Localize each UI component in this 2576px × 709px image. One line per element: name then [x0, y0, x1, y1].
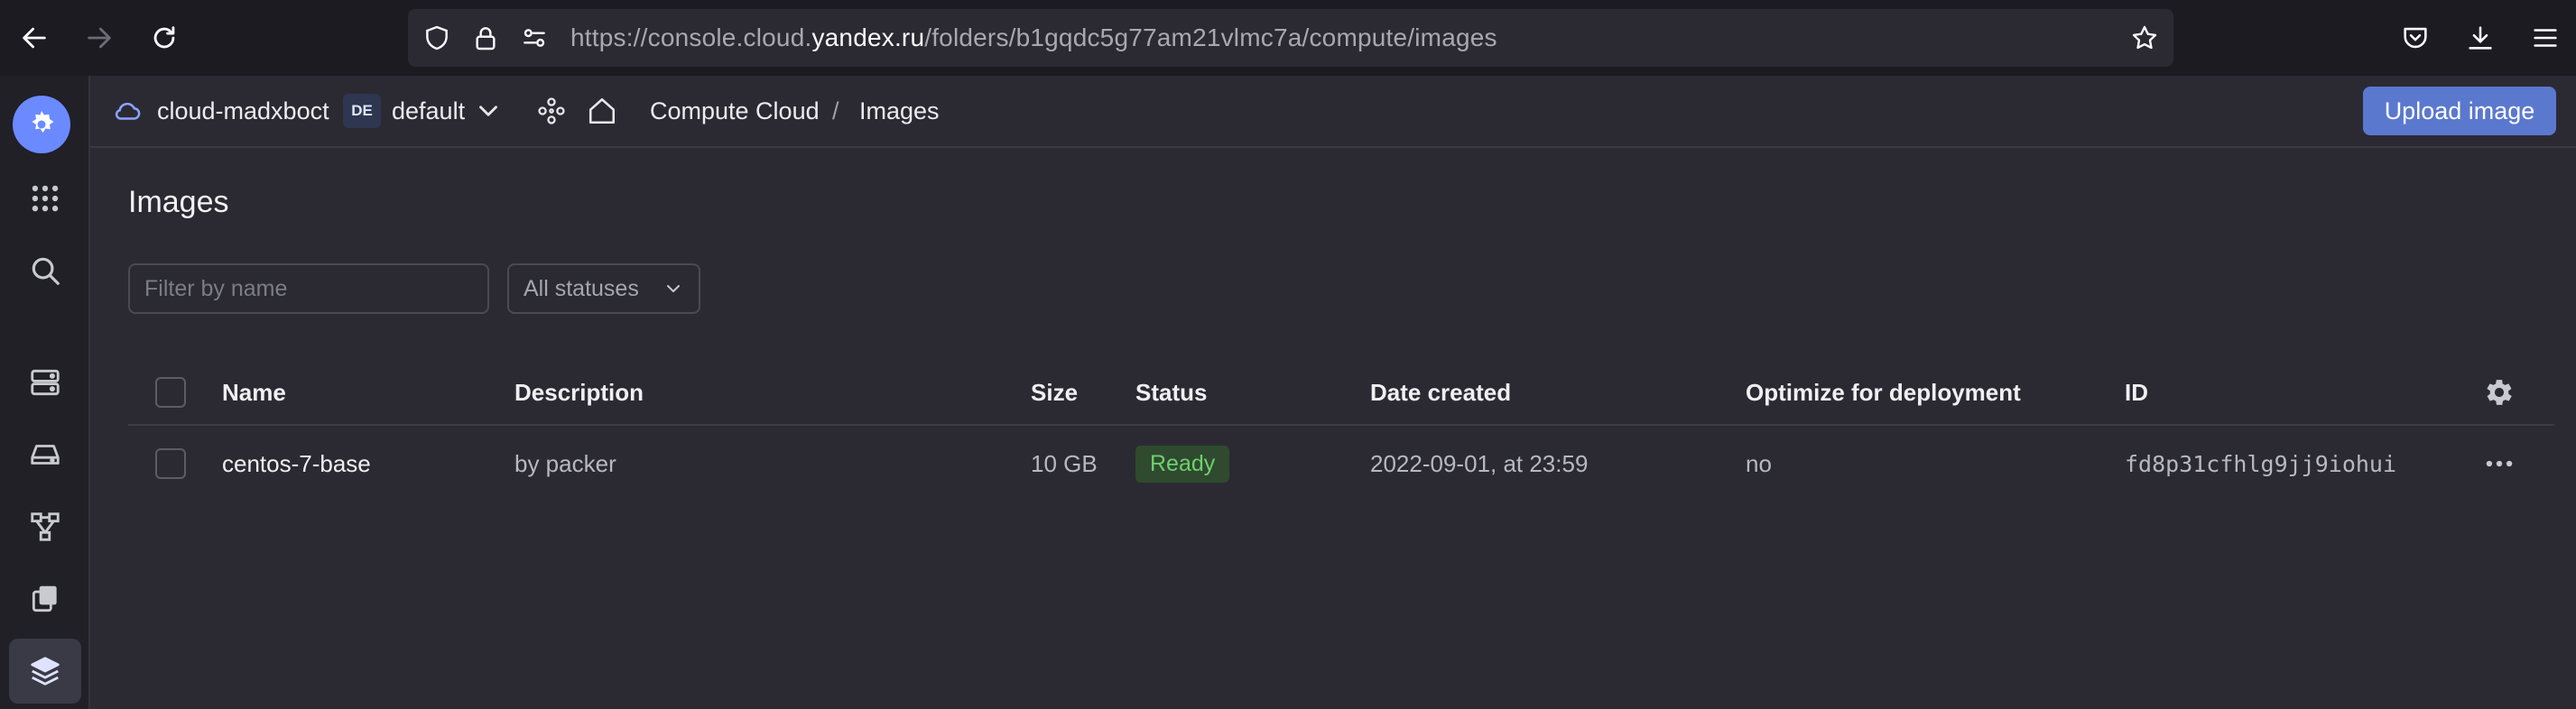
row-checkbox[interactable]: [155, 428, 186, 500]
search-icon[interactable]: [9, 238, 81, 303]
row-actions-more-icon[interactable]: [2482, 428, 2516, 500]
select-all-checkbox[interactable]: [155, 361, 186, 424]
disks-icon[interactable]: [9, 422, 81, 487]
page-title: Images: [128, 185, 229, 219]
cloud-name[interactable]: cloud-madxboct: [157, 76, 329, 146]
breadcrumb-separator: /: [832, 97, 839, 124]
cloud-icon: [112, 76, 143, 146]
images-icon[interactable]: [9, 639, 81, 704]
table-settings-gear-icon[interactable]: [2482, 361, 2516, 424]
pocket-icon[interactable]: [2395, 18, 2435, 58]
status-badge: Ready: [1135, 428, 1230, 500]
image-name[interactable]: centos-7-base: [222, 428, 371, 500]
status-filter-value: All statuses: [524, 275, 639, 301]
bookmark-star-icon[interactable]: [2128, 22, 2161, 54]
filter-by-name-input[interactable]: [128, 263, 489, 314]
column-header-size[interactable]: Size: [1031, 361, 1078, 424]
virtual-machines-icon[interactable]: [9, 350, 81, 415]
back-arrow-icon[interactable]: [14, 18, 54, 58]
placement-groups-icon[interactable]: [9, 494, 81, 559]
column-header-optimize[interactable]: Optimize for deployment: [1746, 361, 2021, 424]
image-description: by packer: [514, 449, 616, 477]
menu-icon[interactable]: [2525, 18, 2565, 58]
home-icon[interactable]: [587, 76, 617, 146]
reload-icon[interactable]: [144, 18, 184, 58]
upload-image-button[interactable]: Upload image: [2363, 87, 2556, 135]
image-optimize: no: [1746, 449, 1772, 477]
permissions-icon[interactable]: [518, 22, 551, 54]
table-row[interactable]: centos-7-base by packer 10 GB Ready 2022…: [128, 428, 2554, 500]
column-header-name[interactable]: Name: [222, 361, 286, 424]
shield-icon[interactable]: [421, 22, 453, 54]
forward-arrow-icon[interactable]: [79, 18, 119, 58]
column-header-date-created[interactable]: Date created: [1370, 361, 1511, 424]
folder-badge: DE: [343, 76, 381, 146]
address-bar[interactable]: https://console.cloud.yandex.ru/folders/…: [408, 9, 2173, 67]
status-filter-select[interactable]: All statuses: [507, 263, 700, 314]
lock-icon[interactable]: [469, 22, 502, 54]
column-header-id[interactable]: ID: [2125, 361, 2148, 424]
snapshots-icon[interactable]: [9, 566, 81, 631]
breadcrumb-service[interactable]: Compute Cloud: [650, 76, 820, 146]
column-header-description[interactable]: Description: [514, 361, 644, 424]
all-services-icon[interactable]: [9, 166, 81, 231]
image-date-created: 2022-09-01, at 23:59: [1370, 449, 1589, 477]
image-id[interactable]: fd8p31cfhlg9jj9iohui: [2125, 428, 2396, 500]
chevron-down-icon[interactable]: [473, 76, 504, 146]
browser-toolbar: https://console.cloud.yandex.ru/folders/…: [0, 0, 2576, 76]
service-sidebar: [0, 76, 90, 709]
image-size: 10 GB: [1031, 449, 1098, 477]
chevron-down-icon: [667, 285, 680, 292]
breadcrumb-current: Images: [859, 97, 940, 124]
url-text[interactable]: https://console.cloud.yandex.ru/folders/…: [570, 23, 1497, 52]
table-header: Name Description Size Status Date create…: [128, 361, 2554, 426]
download-icon[interactable]: [2460, 18, 2500, 58]
folder-selector[interactable]: default: [392, 76, 465, 146]
service-hub-icon[interactable]: [536, 76, 567, 146]
console-logo-icon[interactable]: [13, 96, 70, 153]
console-header: cloud-madxboct DE default Compute Cloud …: [90, 76, 2576, 148]
column-header-status[interactable]: Status: [1135, 361, 1207, 424]
